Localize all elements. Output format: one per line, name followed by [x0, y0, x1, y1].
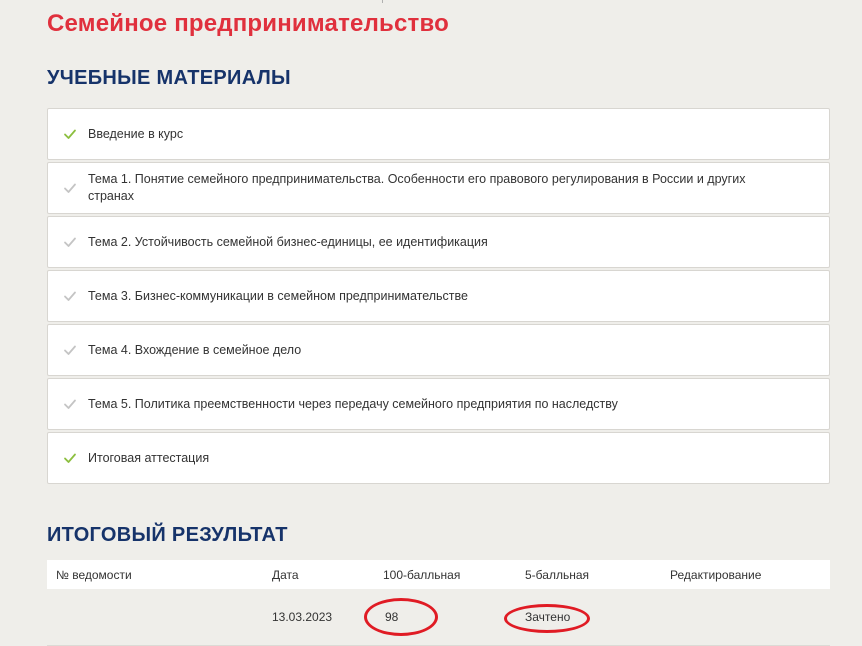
column-header-edit: Редактирование — [670, 568, 762, 582]
checkmark-icon — [63, 397, 77, 411]
results-header-row: № ведомости Дата 100-балльная 5-балльная… — [47, 560, 830, 589]
checkmark-icon — [63, 235, 77, 249]
material-item-topic-4[interactable]: Тема 4. Вхождение в семейное дело — [47, 324, 830, 376]
cell-date: 13.03.2023 — [272, 610, 333, 624]
column-header-score-100: 100-балльная — [383, 568, 461, 582]
annotation-circle-score-100 — [364, 598, 438, 636]
material-item-final-exam[interactable]: Итоговая аттестация — [47, 432, 830, 484]
column-header-score-5: 5-балльная — [525, 568, 589, 582]
checkmark-icon — [63, 451, 77, 465]
material-item-label: Тема 4. Вхождение в семейное дело — [88, 342, 302, 357]
material-item-topic-3[interactable]: Тема 3. Бизнес-коммуникации в семейном п… — [47, 270, 830, 322]
annotation-circle-score-5 — [504, 604, 590, 633]
table-row: 13.03.2023 98 Зачтено — [47, 589, 830, 646]
results-heading: ИТОГОВЫЙ РЕЗУЛЬТАТ — [47, 524, 288, 546]
top-edge-mark — [382, 0, 383, 3]
material-item-label: Тема 5. Политика преемственности через п… — [88, 396, 618, 411]
material-item-topic-2[interactable]: Тема 2. Устойчивость семейной бизнес-еди… — [47, 216, 830, 268]
material-item-label: Тема 3. Бизнес-коммуникации в семейном п… — [88, 288, 468, 303]
material-item-label: Введение в курс — [88, 126, 184, 141]
column-header-statement: № ведомости — [56, 568, 132, 582]
column-header-date: Дата — [272, 568, 299, 582]
checkmark-icon — [63, 289, 77, 303]
materials-heading: УЧЕБНЫЕ МАТЕРИАЛЫ — [47, 67, 291, 89]
checkmark-icon — [63, 343, 77, 357]
page-title: Семейное предпринимательство — [47, 10, 449, 37]
material-item-label: Итоговая аттестация — [88, 450, 210, 465]
material-item-topic-5[interactable]: Тема 5. Политика преемственности через п… — [47, 378, 830, 430]
checkmark-icon — [63, 181, 77, 195]
material-item-topic-1[interactable]: Тема 1. Понятие семейного предпринимател… — [47, 162, 830, 214]
material-item-label: Тема 1. Понятие семейного предпринимател… — [88, 172, 746, 203]
material-item-label: Тема 2. Устойчивость семейной бизнес-еди… — [88, 234, 488, 249]
material-item-intro[interactable]: Введение в курс — [47, 108, 830, 160]
checkmark-icon — [63, 127, 77, 141]
